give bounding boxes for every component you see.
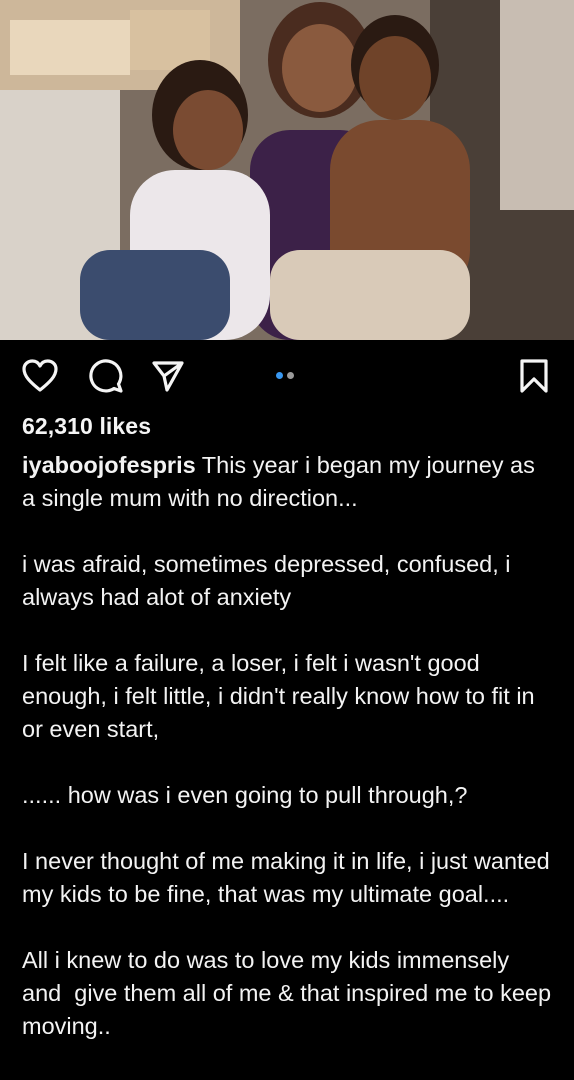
carousel-dot-inactive (287, 371, 294, 379)
comment-button[interactable] (86, 356, 126, 396)
caption-paragraph: i was afraid, sometimes depressed, confu… (22, 551, 518, 610)
save-button[interactable] (514, 356, 554, 396)
caption-first-paragraph: iyaboojofespris This year i began my jou… (22, 449, 552, 515)
post-caption: iyaboojofespris This year i began my jou… (22, 449, 552, 1076)
like-button[interactable] (20, 356, 60, 396)
family-photo-image (0, 0, 574, 340)
post-photo[interactable] (0, 0, 574, 340)
bookmark-outline-icon (520, 359, 548, 393)
caption-paragraph: ...... how was i even going to pull thro… (22, 782, 468, 808)
caption-paragraph: All i knew to do was to love my kids imm… (22, 947, 558, 1039)
heart-outline-icon (22, 359, 58, 392)
likes-count[interactable]: 62,310 likes (22, 413, 151, 440)
caption-username[interactable]: iyaboojofespris (22, 452, 196, 478)
share-button[interactable] (148, 356, 188, 396)
carousel-dot-active (276, 371, 283, 379)
paper-plane-icon (152, 361, 184, 392)
comment-bubble-icon (89, 359, 123, 393)
caption-paragraph: I felt like a failure, a loser, i felt i… (22, 650, 542, 742)
caption-paragraph: I never thought of me making it in life,… (22, 848, 557, 907)
carousel-indicator (276, 370, 300, 380)
